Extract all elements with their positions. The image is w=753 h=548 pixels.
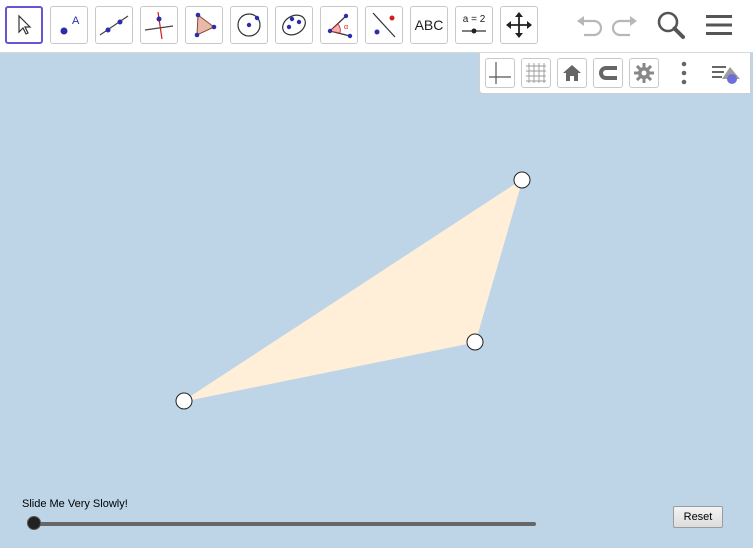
circle-center-icon	[237, 13, 261, 37]
triangle-vertex-right[interactable]	[466, 333, 484, 351]
main-menu-button[interactable]	[701, 7, 737, 43]
circle-tool-button[interactable]	[230, 6, 268, 44]
style-bar-icon	[712, 66, 740, 84]
toggle-axes-button[interactable]	[485, 58, 515, 88]
svg-text:A: A	[72, 15, 80, 27]
settings-button[interactable]	[629, 58, 659, 88]
gear-icon	[634, 63, 654, 83]
move-graphics-icon	[506, 12, 532, 38]
home-icon	[563, 65, 581, 81]
text-tool-button[interactable]: ABC	[410, 6, 448, 44]
cursor-arrow-icon	[18, 14, 32, 35]
reflect-icon	[372, 12, 396, 38]
search-button[interactable]	[653, 7, 689, 43]
reset-button[interactable]: Reset	[673, 506, 723, 528]
move-view-tool-button[interactable]	[500, 6, 538, 44]
svg-text:a = 2: a = 2	[463, 14, 486, 25]
polygon-tool-button[interactable]	[185, 6, 223, 44]
point-tool-button[interactable]: A	[50, 6, 88, 44]
angle-tool-button[interactable]: α	[320, 6, 358, 44]
line-icon	[99, 15, 129, 36]
point-icon: A	[60, 15, 80, 35]
slider-tool-button[interactable]: a = 2	[455, 6, 493, 44]
slider-knob[interactable]	[27, 516, 41, 530]
more-options-button[interactable]	[666, 55, 702, 91]
move-tool-button[interactable]	[5, 6, 43, 44]
grid-icon	[526, 63, 546, 83]
undo-button[interactable]	[571, 7, 607, 43]
style-bar-toggle-button[interactable]	[708, 55, 744, 91]
point-capturing-button[interactable]	[593, 58, 623, 88]
menu-icon	[706, 15, 732, 35]
magnet-icon	[599, 66, 617, 80]
triangle-polygon[interactable]	[183, 178, 523, 402]
search-icon	[657, 11, 685, 39]
axes-icon	[489, 62, 511, 84]
svg-text:α: α	[344, 24, 348, 31]
perpendicular-line-icon	[144, 11, 174, 40]
angle-icon: α	[327, 13, 353, 39]
reflect-tool-button[interactable]	[365, 6, 403, 44]
slider-icon: a = 2	[462, 14, 486, 34]
line-tool-button[interactable]	[95, 6, 133, 44]
standard-view-button[interactable]	[557, 58, 587, 88]
redo-icon	[611, 16, 637, 37]
ellipse-tool-button[interactable]	[275, 6, 313, 44]
slider-track[interactable]	[34, 522, 536, 526]
perpendicular-tool-button[interactable]	[140, 6, 178, 44]
triangle-vertex-left[interactable]	[175, 392, 193, 410]
toolbar: A α ABC a = 2	[0, 0, 753, 53]
slider-label: Slide Me Very Slowly!	[22, 498, 128, 510]
text-icon: ABC	[414, 17, 444, 33]
more-icon	[681, 61, 687, 85]
ellipse-icon	[282, 14, 306, 36]
toggle-grid-button[interactable]	[521, 58, 551, 88]
undo-icon	[577, 16, 603, 37]
redo-button[interactable]	[607, 7, 643, 43]
triangle-vertex-top[interactable]	[513, 171, 531, 189]
polygon-icon	[194, 12, 217, 38]
graphics-style-bar	[479, 53, 751, 94]
